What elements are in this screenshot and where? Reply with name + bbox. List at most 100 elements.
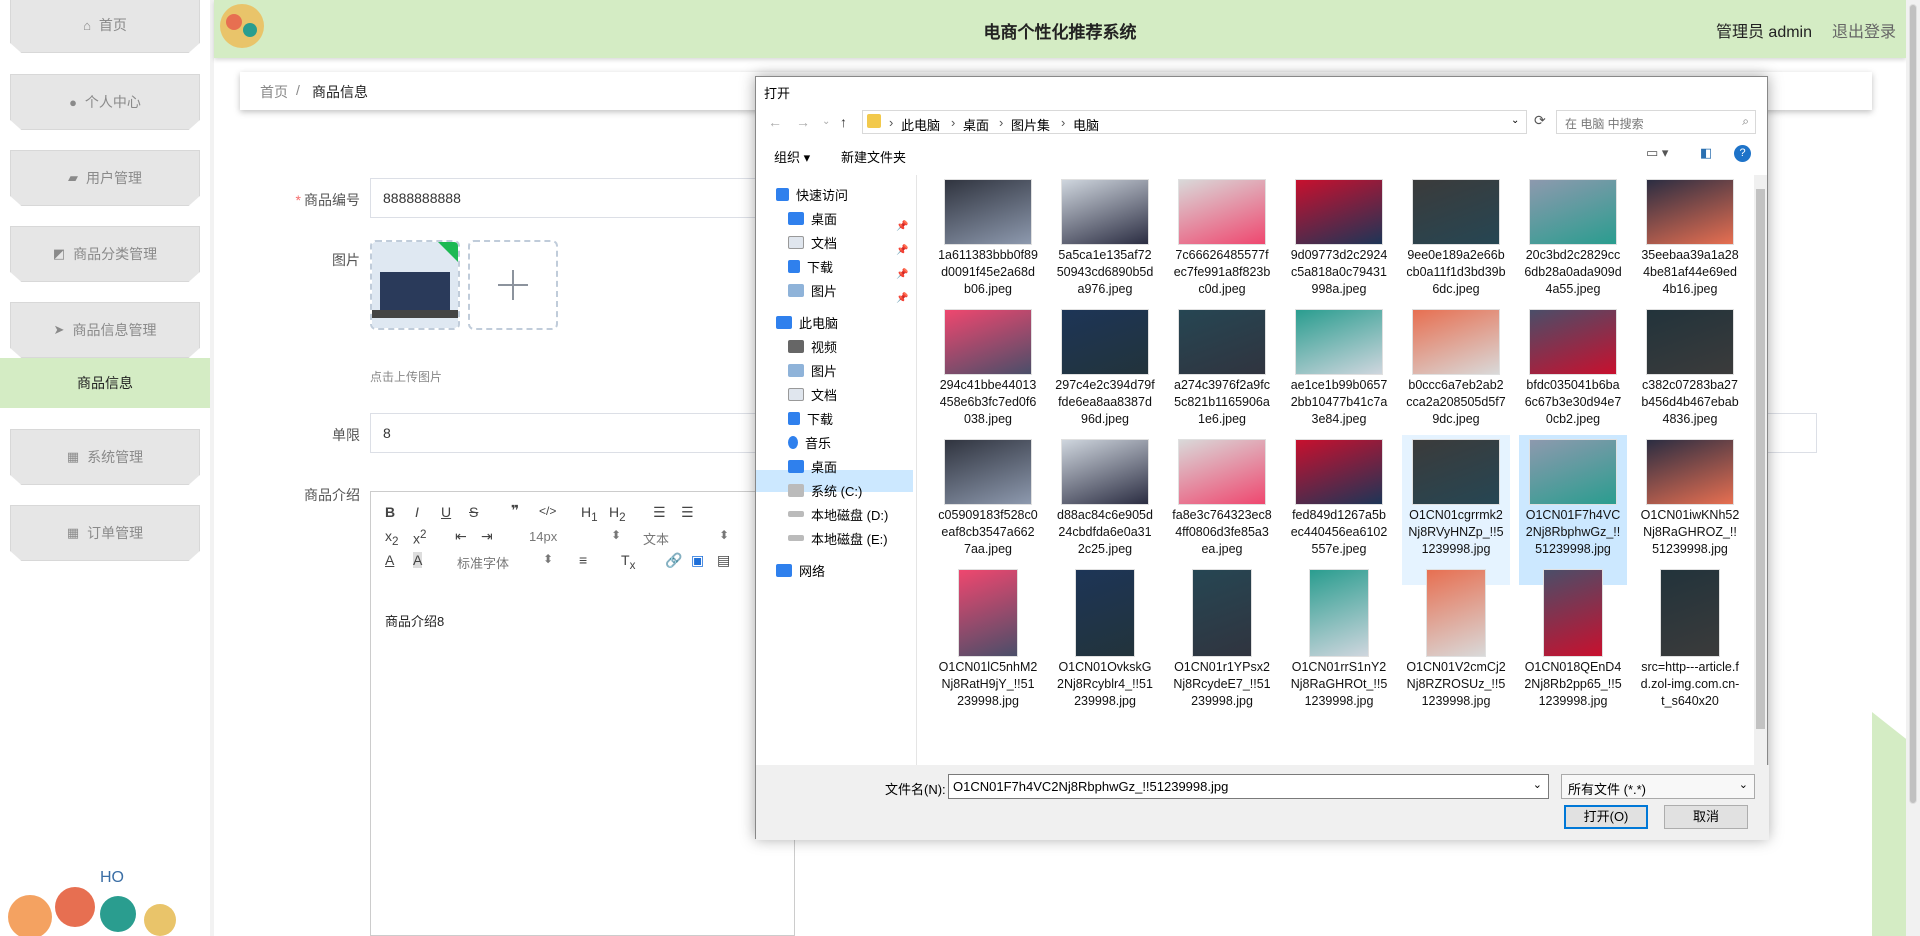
file-item[interactable]: O1CN01iwKNh52Nj8RaGHROZ_!!51239998.jpg (1636, 435, 1744, 585)
page-scrollbar-thumb[interactable] (1909, 4, 1917, 804)
file-item[interactable]: O1CN01r1YPsx2Nj8RcydeE7_!!51239998.jpg (1168, 565, 1276, 715)
file-item[interactable]: 20c3bd2c2829cc6db28a0ada909d4a55.jpeg (1519, 175, 1627, 325)
file-item[interactable]: ae1ce1b99b06572bb10477b41c7a3e84.jpeg (1285, 305, 1393, 455)
up-icon[interactable]: ↑ (840, 114, 847, 130)
file-item[interactable]: O1CN018QEnD42Nj8Rb2pp65_!!51239998.jpg (1519, 565, 1627, 715)
file-item[interactable]: O1CN01rrS1nY2Nj8RaGHROt_!!51239998.jpg (1285, 565, 1393, 715)
nav-music[interactable]: 音乐 (788, 431, 831, 453)
nav-drive-c[interactable]: 系统 (C:) (788, 479, 862, 501)
file-item[interactable]: bfdc035041b6ba6c67b3e30d94e70cb2.jpeg (1519, 305, 1627, 455)
refresh-icon[interactable]: ⟳ (1534, 112, 1546, 129)
strike-button[interactable]: S (469, 504, 478, 520)
filetype-select[interactable]: 所有文件 (*.*) ⌄ (1561, 774, 1755, 799)
file-item[interactable]: 297c4e2c394d79ffde6ea8aa8387d96d.jpeg (1051, 305, 1159, 455)
file-item[interactable]: b0ccc6a7eb2ab2cca2a208505d5f79dc.jpeg (1402, 305, 1510, 455)
uploaded-image[interactable] (370, 240, 460, 330)
file-item[interactable]: 9ee0e189a2e66bcb0a11f1d3bd39b6dc.jpeg (1402, 175, 1510, 325)
file-item[interactable]: 35eebaa39a1a284be81af44e69ed4b16.jpeg (1636, 175, 1744, 325)
code-input[interactable]: 8888888888 (370, 178, 760, 218)
path-segment[interactable]: 电脑 (1073, 115, 1099, 134)
help-icon[interactable]: ? (1734, 145, 1751, 162)
editor-content[interactable]: 商品介绍8 (385, 611, 444, 630)
sidebar-item-orders[interactable]: ▦ 订单管理 (10, 505, 200, 561)
path-segment[interactable]: 桌面 (963, 115, 989, 134)
page-scrollbar[interactable] (1906, 0, 1920, 936)
chevron-down-icon[interactable]: ⌄ (1511, 115, 1519, 126)
sidebar-item-category[interactable]: ◩ 商品分类管理 (10, 226, 200, 282)
sidebar-item-profile[interactable]: ● 个人中心 (10, 74, 200, 130)
file-item[interactable]: src=http---article.fd.zol-img.com.cn-t_s… (1636, 565, 1744, 715)
h2-button[interactable]: H2 (609, 504, 626, 524)
h1-button[interactable]: H1 (581, 504, 598, 524)
sidebar-subitem-product-info[interactable]: 商品信息 (0, 358, 210, 408)
chevron-down-icon[interactable]: ⌄ (822, 116, 830, 127)
file-item[interactable]: c05909183f528c0eaf8cb3547a6627aa.jpeg (934, 435, 1042, 585)
link-button[interactable]: 🔗 (665, 552, 682, 569)
image-button[interactable]: ▣ (691, 552, 704, 569)
clear-format-button[interactable]: Tx (621, 552, 635, 572)
file-list-scrollbar-thumb[interactable] (1756, 189, 1765, 729)
code-button[interactable]: </> (539, 504, 556, 518)
view-options-icon[interactable]: ▭ ▾ (1646, 145, 1668, 161)
nav-this-pc[interactable]: 此电脑 (776, 311, 838, 333)
quote-button[interactable]: ❞ (511, 502, 519, 519)
file-item[interactable]: 9d09773d2c2924c5a818a0c79431998a.jpeg (1285, 175, 1393, 325)
sidebar-item-users[interactable]: ▰ 用户管理 (10, 150, 200, 206)
nav-pc-pictures[interactable]: 图片 (788, 359, 837, 381)
file-item[interactable]: 5a5ca1e135af7250943cd6890b5da976.jpeg (1051, 175, 1159, 325)
file-item[interactable]: O1CN01V2cmCj2Nj8RZROSUz_!!51239998.jpg (1402, 565, 1510, 715)
nav-pictures[interactable]: 图片 (788, 279, 837, 301)
file-item[interactable]: 7c66626485577fec7fe991a8f823bc0d.jpeg (1168, 175, 1276, 325)
organize-button[interactable]: 组织 ▾ (774, 147, 810, 166)
nav-pc-downloads[interactable]: 下载 (788, 407, 833, 429)
breadcrumb-home[interactable]: 首页 (260, 82, 288, 102)
nav-pc-desktop[interactable]: 桌面 (788, 455, 837, 477)
align-button[interactable]: ≡ (579, 552, 587, 568)
file-item[interactable]: 1a611383bbb0f89d0091f45e2a68db06.jpeg (934, 175, 1042, 325)
filename-input[interactable]: O1CN01F7h4VC2Nj8RbphwGz_!!51239998.jpg ⌄ (948, 774, 1549, 799)
font-size-select[interactable]: 14px (529, 529, 557, 544)
ordered-list-button[interactable]: ☰ (653, 504, 666, 521)
underline-button[interactable]: U (441, 504, 451, 520)
file-item[interactable]: c382c07283ba27b456d4b467ebab4836.jpeg (1636, 305, 1744, 455)
italic-button[interactable]: I (415, 504, 419, 520)
chevron-down-icon[interactable]: ⌄ (1533, 778, 1542, 791)
file-item[interactable]: O1CN01lC5nhM2Nj8RatH9jY_!!51239998.jpg (934, 565, 1042, 715)
path-segment[interactable]: 此电脑 (901, 115, 940, 134)
font-color-button[interactable]: A (385, 552, 394, 568)
subscript-button[interactable]: x2 (385, 528, 398, 548)
sidebar-item-product[interactable]: ➤ 商品信息管理 (10, 302, 200, 358)
background-color-button[interactable]: A (413, 552, 423, 568)
new-folder-button[interactable]: 新建文件夹 (841, 147, 906, 166)
cancel-button[interactable]: 取消 (1664, 805, 1748, 829)
file-item[interactable]: fed849d1267a5bec440456ea6102557e.jpeg (1285, 435, 1393, 585)
open-button[interactable]: 打开(O) (1564, 805, 1648, 829)
nav-quick-access[interactable]: 快速访问 (776, 183, 848, 205)
nav-drive-e[interactable]: 本地磁盘 (E:) (788, 527, 888, 549)
search-input[interactable]: 在 电脑 中搜索 ⌕ (1556, 110, 1756, 134)
file-item[interactable]: a274c3976f2a9fc5c821b1165906a1e6.jpeg (1168, 305, 1276, 455)
file-item[interactable]: O1CN01F7h4VC2Nj8RbphwGz_!!51239998.jpg (1519, 435, 1627, 585)
sidebar-item-home[interactable]: ⌂ 首页 (10, 0, 200, 53)
upload-add-button[interactable] (468, 240, 558, 330)
nav-pc-documents[interactable]: 文档 (788, 383, 837, 405)
bold-button[interactable]: B (385, 504, 395, 520)
forward-icon[interactable]: → (796, 114, 810, 130)
logout-link[interactable]: 退出登录 (1832, 18, 1896, 42)
nav-desktop[interactable]: 桌面 (788, 207, 837, 229)
indent-button[interactable]: ⇥ (481, 528, 493, 545)
file-item[interactable]: O1CN01OvkskG2Nj8Rcyblr4_!!51239998.jpg (1051, 565, 1159, 715)
outdent-button[interactable]: ⇤ (455, 528, 467, 545)
bullet-list-button[interactable]: ☰ (681, 504, 694, 521)
preview-pane-icon[interactable]: ◧ (1700, 145, 1712, 161)
file-item[interactable]: 294c41bbe44013458e6b3fc7ed0f6038.jpeg (934, 305, 1042, 455)
text-type-select[interactable]: 文本 (643, 529, 669, 548)
file-item[interactable]: O1CN01cgrrmk2Nj8RVyHNZp_!!51239998.jpg (1402, 435, 1510, 585)
nav-videos[interactable]: 视频 (788, 335, 837, 357)
file-item[interactable]: fa8e3c764323ec84ff0806d3fe85a3ea.jpeg (1168, 435, 1276, 585)
superscript-button[interactable]: x2 (413, 528, 426, 547)
path-segment[interactable]: 图片集 (1011, 115, 1050, 134)
file-list-scrollbar[interactable] (1754, 175, 1767, 765)
nav-documents[interactable]: 文档 (788, 231, 837, 253)
file-item[interactable]: d88ac84c6e905d24cbdfda6e0a312c25.jpeg (1051, 435, 1159, 585)
